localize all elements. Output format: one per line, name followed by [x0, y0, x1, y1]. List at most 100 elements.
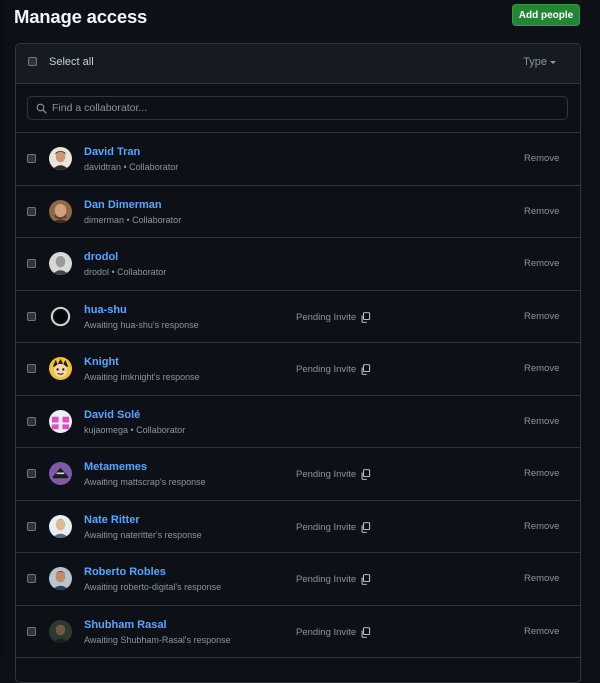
- collaborator-row: Nate Ritter Awaiting nateritter's respon…: [16, 501, 580, 553]
- remove-button[interactable]: Remove: [524, 153, 559, 164]
- cartoon-avatar-icon: [49, 357, 72, 380]
- collaborator-row: Knight Awaiting imknight's response Pend…: [16, 343, 580, 396]
- row-checkbox[interactable]: [27, 469, 36, 478]
- collaborator-subtitle: drodol • Collaborator: [84, 267, 167, 277]
- collaborator-subtitle: Awaiting hua-shu's response: [84, 319, 199, 330]
- remove-button[interactable]: Remove: [524, 206, 559, 217]
- avatar[interactable]: [49, 567, 72, 590]
- row-checkbox[interactable]: [27, 364, 36, 373]
- collaborator-subtitle: dimerman • Collaborator: [84, 214, 182, 225]
- avatar[interactable]: [49, 357, 72, 380]
- collaborator-row: Shubham Rasal Awaiting Shubham-Rasal's r…: [16, 606, 580, 658]
- row-checkbox[interactable]: [27, 154, 36, 163]
- pending-invite-label: Pending Invite: [296, 311, 357, 323]
- copy-icon[interactable]: [360, 469, 371, 480]
- search-box[interactable]: [27, 96, 568, 120]
- collaborator-subtitle: Awaiting nateritter's response: [84, 529, 202, 540]
- remove-button[interactable]: Remove: [524, 416, 559, 427]
- avatar[interactable]: [49, 199, 72, 223]
- row-checkbox[interactable]: [27, 206, 36, 216]
- search-input[interactable]: [52, 97, 552, 119]
- copy-icon[interactable]: [360, 574, 371, 585]
- avatar[interactable]: [49, 147, 72, 170]
- hat-avatar-icon: [49, 462, 72, 485]
- collaborator-subtitle: Awaiting imknight's response: [84, 372, 200, 382]
- collaborator-name-link[interactable]: Nate Ritter: [84, 514, 140, 526]
- page-title: Manage access: [14, 6, 148, 27]
- avatar[interactable]: [49, 619, 72, 643]
- user-photo-icon: [49, 514, 72, 538]
- collaborator-name-link[interactable]: Metamemes: [84, 461, 147, 473]
- chevron-down-icon: [550, 61, 556, 64]
- collaborator-name-link[interactable]: Knight: [84, 356, 119, 368]
- collaborator-list: David Tran davidtran • Collaborator Remo…: [16, 133, 580, 658]
- copy-icon[interactable]: [360, 364, 371, 375]
- collaborator-name-link[interactable]: Roberto Robles: [84, 566, 166, 578]
- user-photo-icon: [49, 252, 72, 275]
- select-all-label: Select all: [49, 56, 94, 68]
- collaborator-row: drodol drodol • Collaborator Remove: [16, 238, 580, 291]
- page-header: Manage access Add people: [0, 0, 600, 36]
- collaborator-row: Dan Dimerman dimerman • Collaborator Rem…: [16, 186, 580, 238]
- collaborator-name-link[interactable]: David Solé: [84, 409, 140, 421]
- access-panel: Select all Type Find a collaborator... D…: [15, 43, 581, 683]
- row-checkbox[interactable]: [27, 416, 36, 426]
- search-icon: [36, 103, 47, 114]
- pending-invite: Pending Invite: [296, 469, 371, 480]
- avatar[interactable]: [49, 304, 72, 328]
- row-checkbox[interactable]: [27, 574, 36, 583]
- identicon-icon: [49, 409, 72, 433]
- avatar[interactable]: [49, 462, 72, 485]
- collaborator-name-link[interactable]: David Tran: [84, 146, 140, 158]
- collaborator-subtitle: Awaiting mattscrap's response: [84, 477, 206, 487]
- pending-invite: Pending Invite: [296, 627, 371, 638]
- avatar[interactable]: [49, 409, 72, 433]
- collaborator-name-link[interactable]: Dan Dimerman: [84, 199, 162, 211]
- collaborator-row: Roberto Robles Awaiting roberto-digital'…: [16, 553, 580, 606]
- collaborator-row: David Solé kujaomega • Collaborator Remo…: [16, 396, 580, 448]
- remove-button[interactable]: Remove: [524, 573, 559, 584]
- user-photo-icon: [49, 147, 72, 170]
- remove-button[interactable]: Remove: [524, 626, 559, 637]
- collaborator-row: David Tran davidtran • Collaborator Remo…: [16, 133, 580, 186]
- remove-button[interactable]: Remove: [524, 468, 559, 479]
- ring-avatar-icon: [49, 304, 72, 328]
- user-photo-icon: [49, 619, 72, 643]
- pending-invite-label: Pending Invite: [296, 364, 357, 375]
- pending-invite: Pending Invite: [296, 574, 371, 585]
- select-all-checkbox[interactable]: [28, 57, 37, 66]
- copy-icon[interactable]: [360, 626, 371, 638]
- collaborator-row: hua-shu Awaiting hua-shu's response Pend…: [16, 291, 580, 343]
- row-checkbox[interactable]: [27, 626, 36, 636]
- collaborator-subtitle: kujaomega • Collaborator: [84, 424, 186, 435]
- user-photo-icon: [49, 199, 72, 223]
- left-edge-strip: [0, 0, 3, 661]
- copy-icon[interactable]: [360, 521, 371, 533]
- type-filter-label: Type: [523, 56, 547, 68]
- search-area: [16, 84, 580, 133]
- pending-invite: Pending Invite: [296, 364, 371, 375]
- avatar[interactable]: [49, 252, 72, 275]
- pending-invite: Pending Invite: [296, 522, 371, 533]
- pending-invite-label: Pending Invite: [296, 574, 357, 585]
- copy-icon[interactable]: [360, 311, 371, 323]
- remove-button[interactable]: Remove: [524, 258, 559, 269]
- collaborator-name-link[interactable]: Shubham Rasal: [84, 619, 167, 631]
- remove-button[interactable]: Remove: [524, 363, 559, 374]
- row-checkbox[interactable]: [27, 259, 36, 268]
- type-filter-dropdown[interactable]: Type: [523, 56, 556, 68]
- collaborator-name-link[interactable]: hua-shu: [84, 304, 127, 316]
- collaborator-subtitle: Awaiting roberto-digital's response: [84, 582, 222, 592]
- avatar[interactable]: [49, 514, 72, 538]
- remove-button[interactable]: Remove: [524, 311, 559, 322]
- collaborator-name-link[interactable]: drodol: [84, 251, 118, 263]
- panel-header: Select all Type: [16, 44, 580, 84]
- add-people-button[interactable]: Add people: [512, 4, 580, 26]
- remove-button[interactable]: Remove: [524, 521, 559, 532]
- pending-invite-label: Pending Invite: [296, 521, 357, 533]
- pending-invite: Pending Invite: [296, 312, 371, 323]
- collaborator-row: Metamemes Awaiting mattscrap's response …: [16, 448, 580, 501]
- row-checkbox[interactable]: [27, 311, 36, 321]
- pending-invite-label: Pending Invite: [296, 626, 357, 638]
- row-checkbox[interactable]: [27, 521, 36, 531]
